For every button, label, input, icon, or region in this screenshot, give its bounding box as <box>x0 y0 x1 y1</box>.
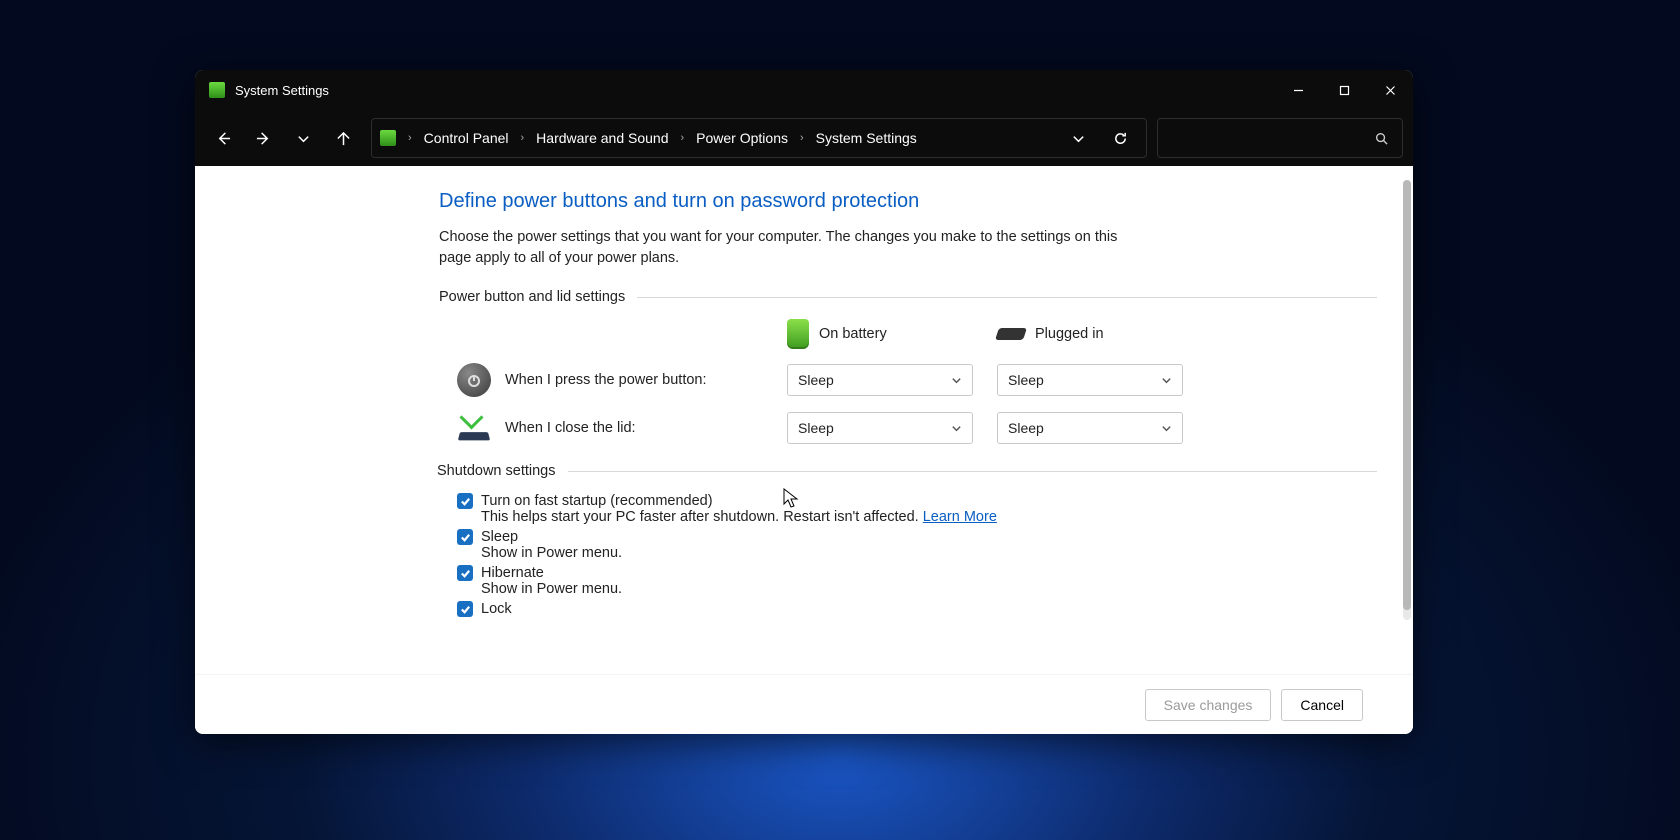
search-box[interactable] <box>1157 118 1403 158</box>
section-shutdown: Shutdown settings <box>437 463 1377 479</box>
chevron-right-icon: › <box>796 132 808 144</box>
select-lid-battery[interactable]: Sleep <box>787 412 973 444</box>
chevron-down-icon <box>951 423 962 434</box>
checkbox-label: Sleep <box>481 529 518 545</box>
titlebar: System Settings <box>195 70 1413 110</box>
chevron-down-icon <box>1161 423 1172 434</box>
breadcrumb-system-settings[interactable]: System Settings <box>812 126 921 150</box>
page-heading: Define power buttons and turn on passwor… <box>439 190 1377 213</box>
breadcrumb-hardware[interactable]: Hardware and Sound <box>532 126 672 150</box>
checkbox-fast-startup[interactable] <box>457 493 473 509</box>
maximize-button[interactable] <box>1321 70 1367 110</box>
address-dropdown[interactable] <box>1060 120 1096 156</box>
up-button[interactable] <box>325 120 361 156</box>
chevron-down-icon <box>1161 375 1172 386</box>
row-power-button: When I press the power button: <box>457 363 777 397</box>
chevron-down-icon <box>951 375 962 386</box>
checkbox-label: Hibernate <box>481 565 544 581</box>
power-icon <box>457 363 491 397</box>
select-power-button-plugged[interactable]: Sleep <box>997 364 1183 396</box>
divider <box>568 471 1378 472</box>
breadcrumb-control-panel[interactable]: Control Panel <box>420 126 513 150</box>
address-bar[interactable]: › Control Panel › Hardware and Sound › P… <box>371 118 1147 158</box>
column-on-battery: On battery <box>787 319 987 349</box>
footer: Save changes Cancel <box>195 674 1413 734</box>
section-power-button-lid: Power button and lid settings <box>439 289 1377 305</box>
section-label: Power button and lid settings <box>439 289 625 305</box>
checkbox-label: Turn on fast startup (recommended) <box>481 493 713 509</box>
section-label: Shutdown settings <box>437 463 556 479</box>
save-changes-button[interactable]: Save changes <box>1145 689 1272 721</box>
app-icon <box>209 82 225 98</box>
close-button[interactable] <box>1367 70 1413 110</box>
learn-more-link[interactable]: Learn More <box>923 509 997 525</box>
refresh-button[interactable] <box>1102 120 1138 156</box>
back-button[interactable] <box>205 120 241 156</box>
toolbar: › Control Panel › Hardware and Sound › P… <box>195 110 1413 166</box>
breadcrumb-power-options[interactable]: Power Options <box>692 126 792 150</box>
column-plugged-in: Plugged in <box>997 326 1197 342</box>
select-lid-plugged[interactable]: Sleep <box>997 412 1183 444</box>
lid-icon <box>457 411 491 445</box>
checkbox-sleep[interactable] <box>457 529 473 545</box>
recent-dropdown[interactable] <box>285 120 321 156</box>
chevron-right-icon: › <box>517 132 529 144</box>
row-close-lid: When I close the lid: <box>457 411 777 445</box>
forward-button[interactable] <box>245 120 281 156</box>
settings-window: System Settings › Control Panel › Hardwa… <box>195 70 1413 734</box>
scrollbar-thumb[interactable] <box>1403 180 1411 610</box>
checkbox-label: Lock <box>481 601 512 617</box>
checkbox-hibernate[interactable] <box>457 565 473 581</box>
minimize-button[interactable] <box>1275 70 1321 110</box>
checkbox-description: This helps start your PC faster after sh… <box>457 509 1377 525</box>
checkbox-lock[interactable] <box>457 601 473 617</box>
select-power-button-battery[interactable]: Sleep <box>787 364 973 396</box>
checkbox-description: Show in Power menu. <box>457 581 1377 597</box>
chevron-right-icon: › <box>404 132 416 144</box>
chevron-right-icon: › <box>676 132 688 144</box>
divider <box>637 297 1377 298</box>
address-icon <box>380 130 396 146</box>
search-icon <box>1375 132 1388 145</box>
content-area: Define power buttons and turn on passwor… <box>195 166 1413 674</box>
checkbox-description: Show in Power menu. <box>457 545 1377 561</box>
page-description: Choose the power settings that you want … <box>439 227 1139 269</box>
cancel-button[interactable]: Cancel <box>1281 689 1363 721</box>
window-title: System Settings <box>235 83 329 98</box>
